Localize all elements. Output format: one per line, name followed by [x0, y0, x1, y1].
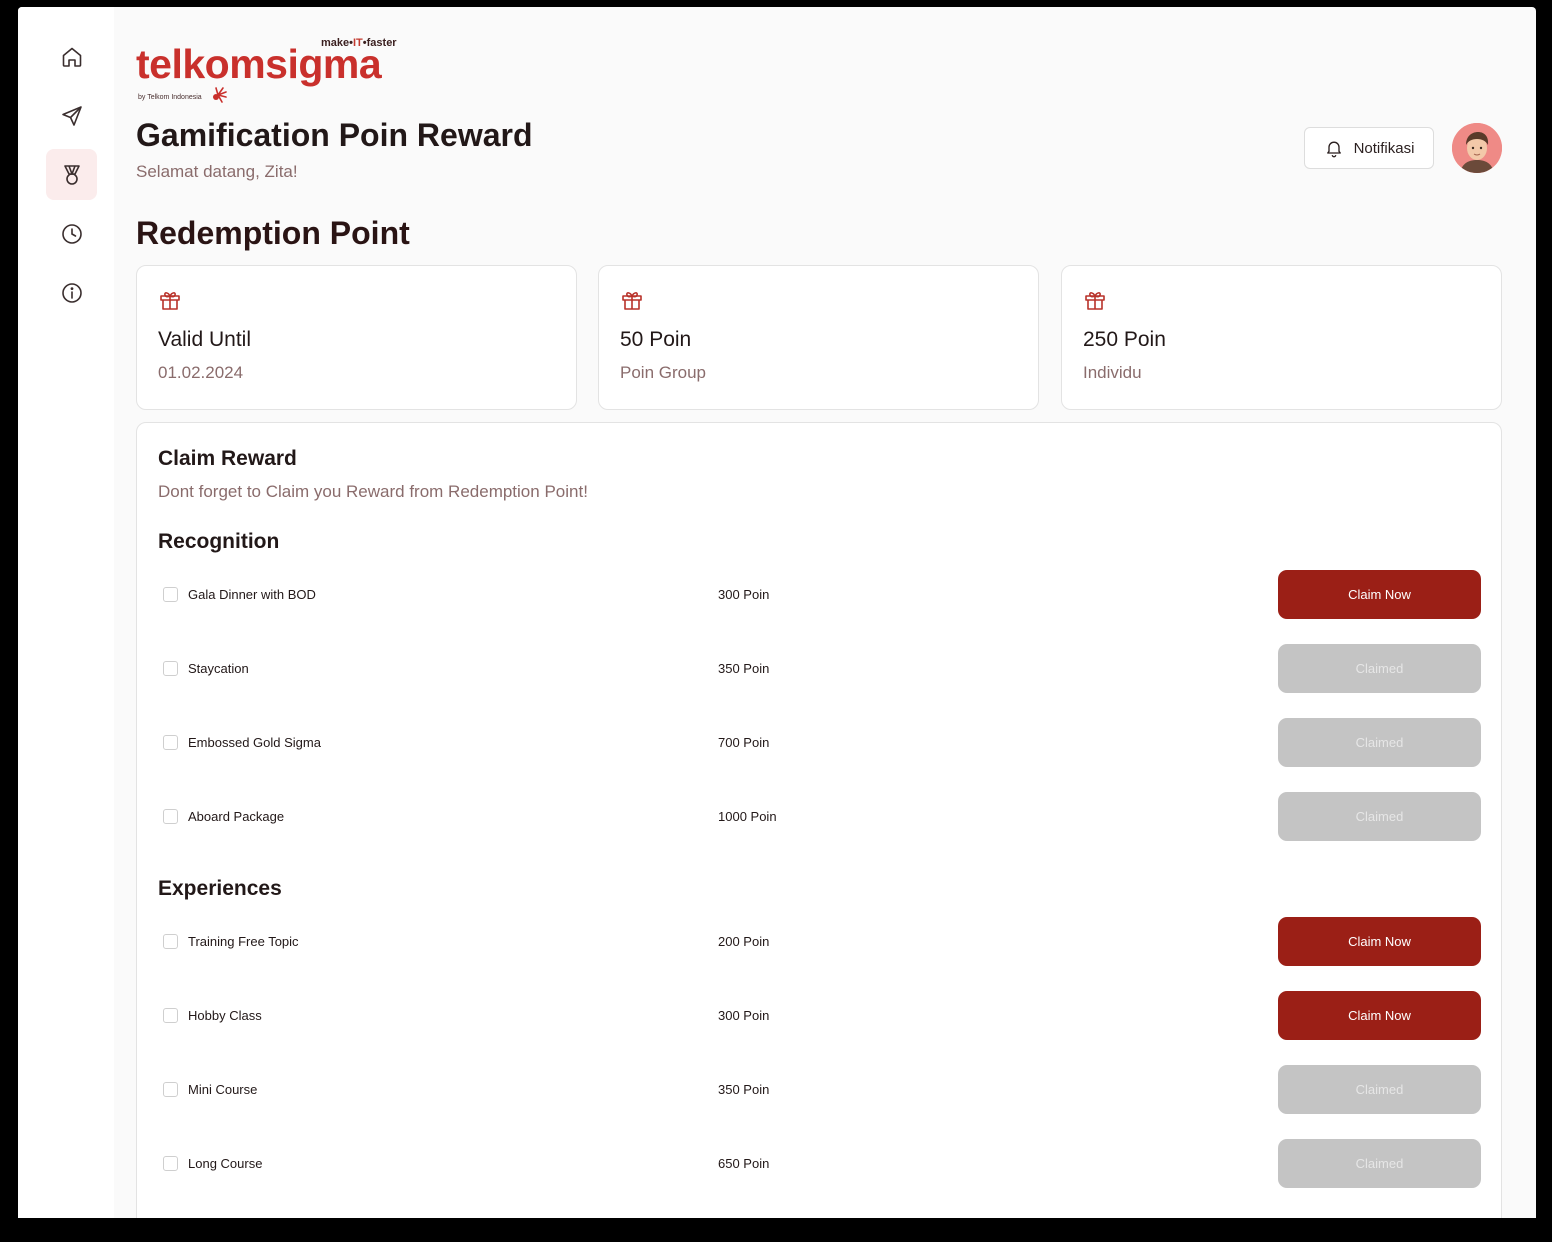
- reward-points: 300 Poin: [718, 587, 770, 602]
- medal-icon: [63, 164, 80, 185]
- sidebar-item-home[interactable]: [46, 31, 97, 82]
- sidebar-item-history[interactable]: [46, 208, 97, 259]
- reward-checkbox[interactable]: [163, 934, 178, 949]
- reward-points: 200 Poin: [718, 934, 770, 949]
- telkomsigma-logo: make•IT•faster telkomsigma by Telkom Ind…: [136, 33, 406, 113]
- reward-row: Staycation 350 Poin Claimed: [158, 644, 1481, 694]
- reward-row: Hobby Class 300 Poin Claim Now: [158, 991, 1481, 1041]
- reward-row: Training Free Topic 200 Poin Claim Now: [158, 917, 1481, 967]
- card-title: Valid Until: [158, 328, 251, 351]
- reward-points: 350 Poin: [718, 661, 770, 676]
- reward-checkbox[interactable]: [163, 809, 178, 824]
- card-title: 250 Poin: [1083, 328, 1166, 351]
- claimed-button[interactable]: Claimed: [1278, 718, 1481, 767]
- reward-points: 650 Poin: [718, 1156, 770, 1171]
- reward-name: Embossed Gold Sigma: [188, 735, 321, 750]
- app-window: make•IT•faster telkomsigma by Telkom Ind…: [18, 7, 1536, 1218]
- avatar[interactable]: [1452, 123, 1502, 173]
- info-icon: [61, 282, 82, 303]
- sidebar-item-rewards[interactable]: [46, 149, 97, 200]
- notification-button[interactable]: Notifikasi: [1304, 127, 1434, 169]
- claim-now-button[interactable]: Claim Now: [1278, 991, 1481, 1040]
- user-avatar-icon: [1452, 123, 1502, 173]
- logo-byline: by Telkom Indonesia: [138, 94, 202, 101]
- sidebar-item-info[interactable]: [46, 267, 97, 318]
- card-title: 50 Poin: [620, 328, 692, 351]
- sidebar: [18, 7, 114, 1218]
- gift-icon: [622, 292, 642, 310]
- card-subtitle: Poin Group: [620, 363, 706, 382]
- reward-row: Gala Dinner with BOD 300 Poin Claim Now: [158, 570, 1481, 620]
- reward-points: 1000 Poin: [718, 809, 777, 824]
- claim-subtitle: Dont forget to Claim you Reward from Red…: [158, 482, 588, 501]
- clock-icon: [61, 223, 82, 244]
- reward-row: Long Course 650 Poin Claimed: [158, 1139, 1481, 1189]
- reward-checkbox[interactable]: [163, 1156, 178, 1171]
- reward-row: Embossed Gold Sigma 700 Poin Claimed: [158, 718, 1481, 768]
- reward-checkbox[interactable]: [163, 735, 178, 750]
- gift-icon: [1085, 292, 1105, 310]
- sidebar-item-send[interactable]: [46, 90, 97, 141]
- claimed-button[interactable]: Claimed: [1278, 792, 1481, 841]
- group-title-recognition: Recognition: [158, 530, 280, 553]
- reward-checkbox[interactable]: [163, 587, 178, 602]
- reward-checkbox[interactable]: [163, 1008, 178, 1023]
- reward-points: 350 Poin: [718, 1082, 770, 1097]
- gift-icon: [160, 292, 180, 310]
- reward-name: Staycation: [188, 661, 249, 676]
- reward-name: Aboard Package: [188, 809, 285, 824]
- reward-checkbox[interactable]: [163, 1082, 178, 1097]
- individual-points-card: 250 Poin Individu: [1061, 265, 1502, 410]
- reward-checkbox[interactable]: [163, 661, 178, 676]
- reward-name: Long Course: [188, 1156, 263, 1171]
- claim-now-button[interactable]: Claim Now: [1278, 570, 1481, 619]
- bell-icon: [1326, 141, 1341, 158]
- send-icon: [61, 105, 82, 126]
- notification-label: Notifikasi: [1353, 139, 1415, 157]
- claimed-button[interactable]: Claimed: [1278, 644, 1481, 693]
- reward-name: Hobby Class: [188, 1008, 262, 1023]
- reward-points: 700 Poin: [718, 735, 770, 750]
- reward-row: Mini Course 350 Poin Claimed: [158, 1065, 1481, 1115]
- logo-wordmark: telkomsigma: [136, 41, 382, 87]
- reward-row: Aboard Package 1000 Poin Claimed: [158, 792, 1481, 842]
- telkom-burst-icon: [213, 87, 227, 103]
- claimed-button[interactable]: Claimed: [1278, 1139, 1481, 1188]
- claim-reward-panel: Claim Reward Dont forget to Claim you Re…: [136, 422, 1502, 1218]
- page-title: Gamification Poin Reward: [136, 117, 533, 153]
- redemption-title: Redemption Point: [136, 215, 410, 251]
- group-points-card: 50 Poin Poin Group: [598, 265, 1039, 410]
- claimed-button[interactable]: Claimed: [1278, 1065, 1481, 1114]
- valid-until-card: Valid Until 01.02.2024: [136, 265, 577, 410]
- reward-name: Gala Dinner with BOD: [188, 587, 316, 602]
- group-title-experiences: Experiences: [158, 877, 282, 900]
- card-subtitle: Individu: [1083, 363, 1142, 382]
- reward-points: 300 Poin: [718, 1008, 770, 1023]
- card-subtitle: 01.02.2024: [158, 363, 244, 382]
- welcome-text: Selamat datang, Zita!: [136, 162, 298, 181]
- claim-title: Claim Reward: [158, 447, 297, 470]
- claim-now-button[interactable]: Claim Now: [1278, 917, 1481, 966]
- home-icon: [62, 47, 81, 67]
- reward-name: Mini Course: [188, 1082, 258, 1097]
- reward-name: Training Free Topic: [188, 934, 299, 949]
